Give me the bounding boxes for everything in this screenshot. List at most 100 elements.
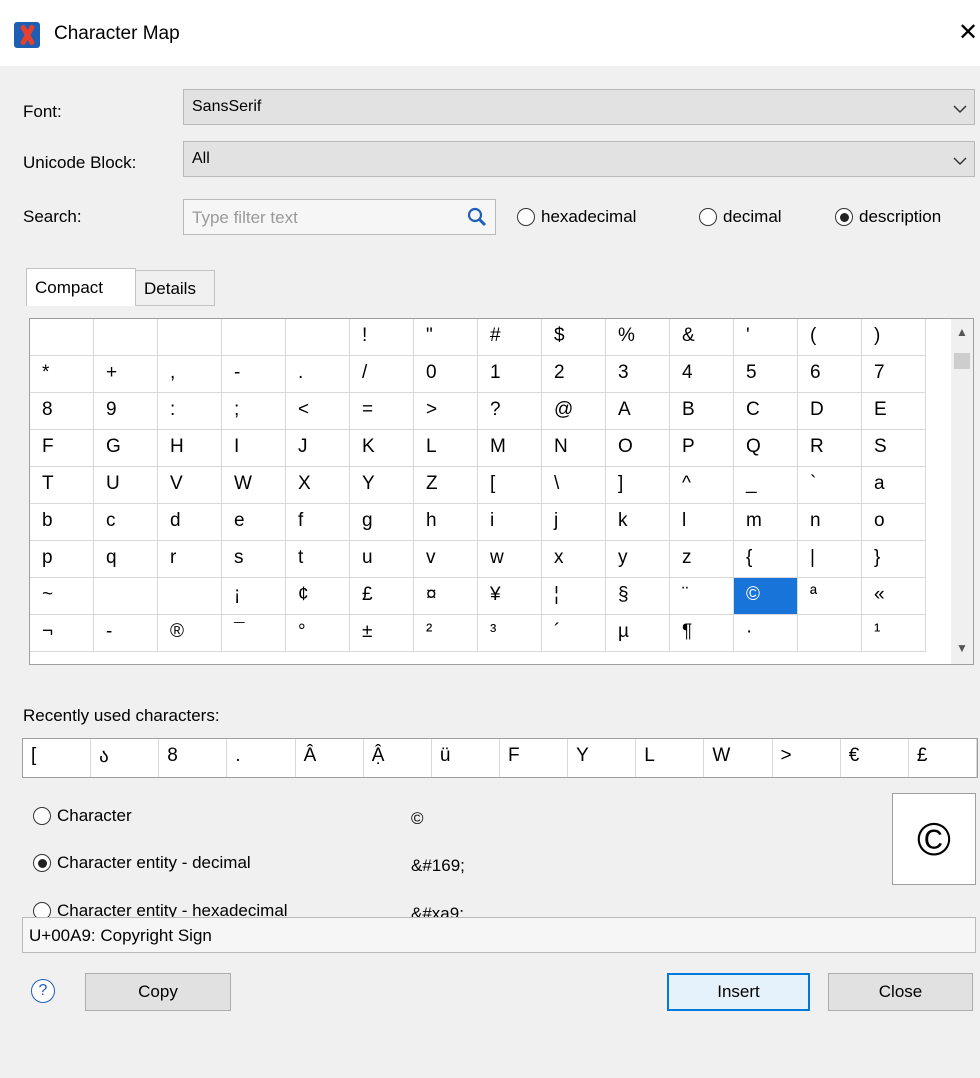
recent-char[interactable]: ü [432,739,500,777]
grid-cell[interactable]: 2 [542,356,606,393]
option-entity-decimal[interactable]: Character entity - decimal [33,853,251,873]
grid-cell[interactable]: I [222,430,286,467]
grid-cell[interactable]: . [286,356,350,393]
grid-cell[interactable]: ¯ [222,615,286,652]
grid-cell[interactable]: - [94,615,158,652]
grid-cell[interactable]: J [286,430,350,467]
grid-cell[interactable]: + [94,356,158,393]
recent-char[interactable]: Y [568,739,637,777]
recent-char[interactable]: ა [91,739,160,777]
grid-cell[interactable]: ? [478,393,542,430]
grid-cell[interactable]: £ [350,578,414,615]
unicode-block-combo[interactable]: All [183,141,975,177]
grid-cell[interactable]: G [94,430,158,467]
search-icon[interactable] [467,207,487,227]
grid-cell[interactable]: > [414,393,478,430]
grid-cell[interactable] [286,319,350,356]
search-input[interactable] [190,206,454,230]
grid-cell[interactable]: v [414,541,478,578]
grid-cell[interactable]: ^ [670,467,734,504]
grid-cell[interactable] [222,319,286,356]
grid-cell[interactable]: ² [414,615,478,652]
grid-cell[interactable]: ( [798,319,862,356]
recent-char[interactable]: [ [23,739,92,777]
grid-cell[interactable]: } [862,541,926,578]
grid-cell[interactable]: P [670,430,734,467]
grid-cell[interactable]: X [286,467,350,504]
recent-char[interactable]: Ậ [364,739,432,777]
grid-cell[interactable]: % [606,319,670,356]
grid-cell[interactable]: ¥ [478,578,542,615]
grid-cell[interactable]: D [798,393,862,430]
grid-cell[interactable]: - [222,356,286,393]
grid-cell[interactable]: , [158,356,222,393]
radio-hexadecimal[interactable]: hexadecimal [517,207,636,227]
grid-cell[interactable]: B [670,393,734,430]
grid-cell[interactable]: @ [542,393,606,430]
grid-cell[interactable]: a [862,467,926,504]
grid-cell[interactable]: & [670,319,734,356]
grid-scrollbar[interactable]: ▲ ▼ [951,319,973,664]
search-field[interactable] [183,199,496,235]
grid-cell[interactable]: b [30,504,94,541]
grid-cell[interactable]: 4 [670,356,734,393]
grid-cell[interactable]: ¡ [222,578,286,615]
grid-cell[interactable]: S [862,430,926,467]
grid-cell[interactable]: ~ [30,578,94,615]
grid-cell[interactable]: ³ [478,615,542,652]
grid-cell[interactable]: ¨ [670,578,734,615]
option-character[interactable]: Character [33,806,132,826]
grid-cell[interactable]: x [542,541,606,578]
grid-cell[interactable]: i [478,504,542,541]
grid-cell[interactable]: { [734,541,798,578]
tab-compact[interactable]: Compact [26,268,136,306]
grid-cell[interactable]: \ [542,467,606,504]
grid-cell[interactable]: O [606,430,670,467]
grid-cell[interactable]: Q [734,430,798,467]
grid-cell[interactable]: ® [158,615,222,652]
recent-char[interactable]: . [227,739,296,777]
grid-cell[interactable]: < [286,393,350,430]
grid-cell[interactable]: [ [478,467,542,504]
grid-cell[interactable]: C [734,393,798,430]
grid-cell[interactable]: j [542,504,606,541]
scroll-thumb[interactable] [954,353,970,369]
grid-cell[interactable]: z [670,541,734,578]
grid-cell[interactable]: y [606,541,670,578]
grid-cell[interactable]: $ [542,319,606,356]
grid-cell[interactable]: R [798,430,862,467]
grid-cell[interactable]: " [414,319,478,356]
grid-cell[interactable]: 3 [606,356,670,393]
grid-cell[interactable]: _ [734,467,798,504]
scroll-down-icon[interactable]: ▼ [956,641,968,655]
grid-cell[interactable]: ¤ [414,578,478,615]
grid-cell[interactable]: 1 [478,356,542,393]
grid-cell[interactable]: l [670,504,734,541]
grid-cell[interactable] [94,319,158,356]
recent-char[interactable]: £ [909,739,977,777]
recent-char[interactable]: W [704,739,773,777]
grid-cell[interactable]: µ [606,615,670,652]
grid-cell[interactable]: K [350,430,414,467]
grid-cell[interactable]: N [542,430,606,467]
grid-cell[interactable]: H [158,430,222,467]
grid-cell[interactable]: ¬ [30,615,94,652]
grid-cell[interactable]: r [158,541,222,578]
grid-cell[interactable]: ¢ [286,578,350,615]
tab-details[interactable]: Details [135,270,215,306]
grid-cell[interactable]: n [798,504,862,541]
grid-cell[interactable]: ) [862,319,926,356]
grid-cell[interactable]: Z [414,467,478,504]
grid-cell[interactable]: | [798,541,862,578]
grid-cell[interactable] [798,615,862,652]
grid-cell[interactable]: 0 [414,356,478,393]
grid-cell[interactable]: m [734,504,798,541]
grid-cell[interactable] [94,578,158,615]
window-close-button[interactable]: ✕ [958,18,978,47]
grid-cell[interactable]: ! [350,319,414,356]
grid-cell[interactable]: 5 [734,356,798,393]
grid-cell[interactable]: / [350,356,414,393]
grid-cell[interactable]: © [734,578,798,615]
recent-char[interactable]: 8 [159,739,228,777]
grid-cell[interactable]: = [350,393,414,430]
